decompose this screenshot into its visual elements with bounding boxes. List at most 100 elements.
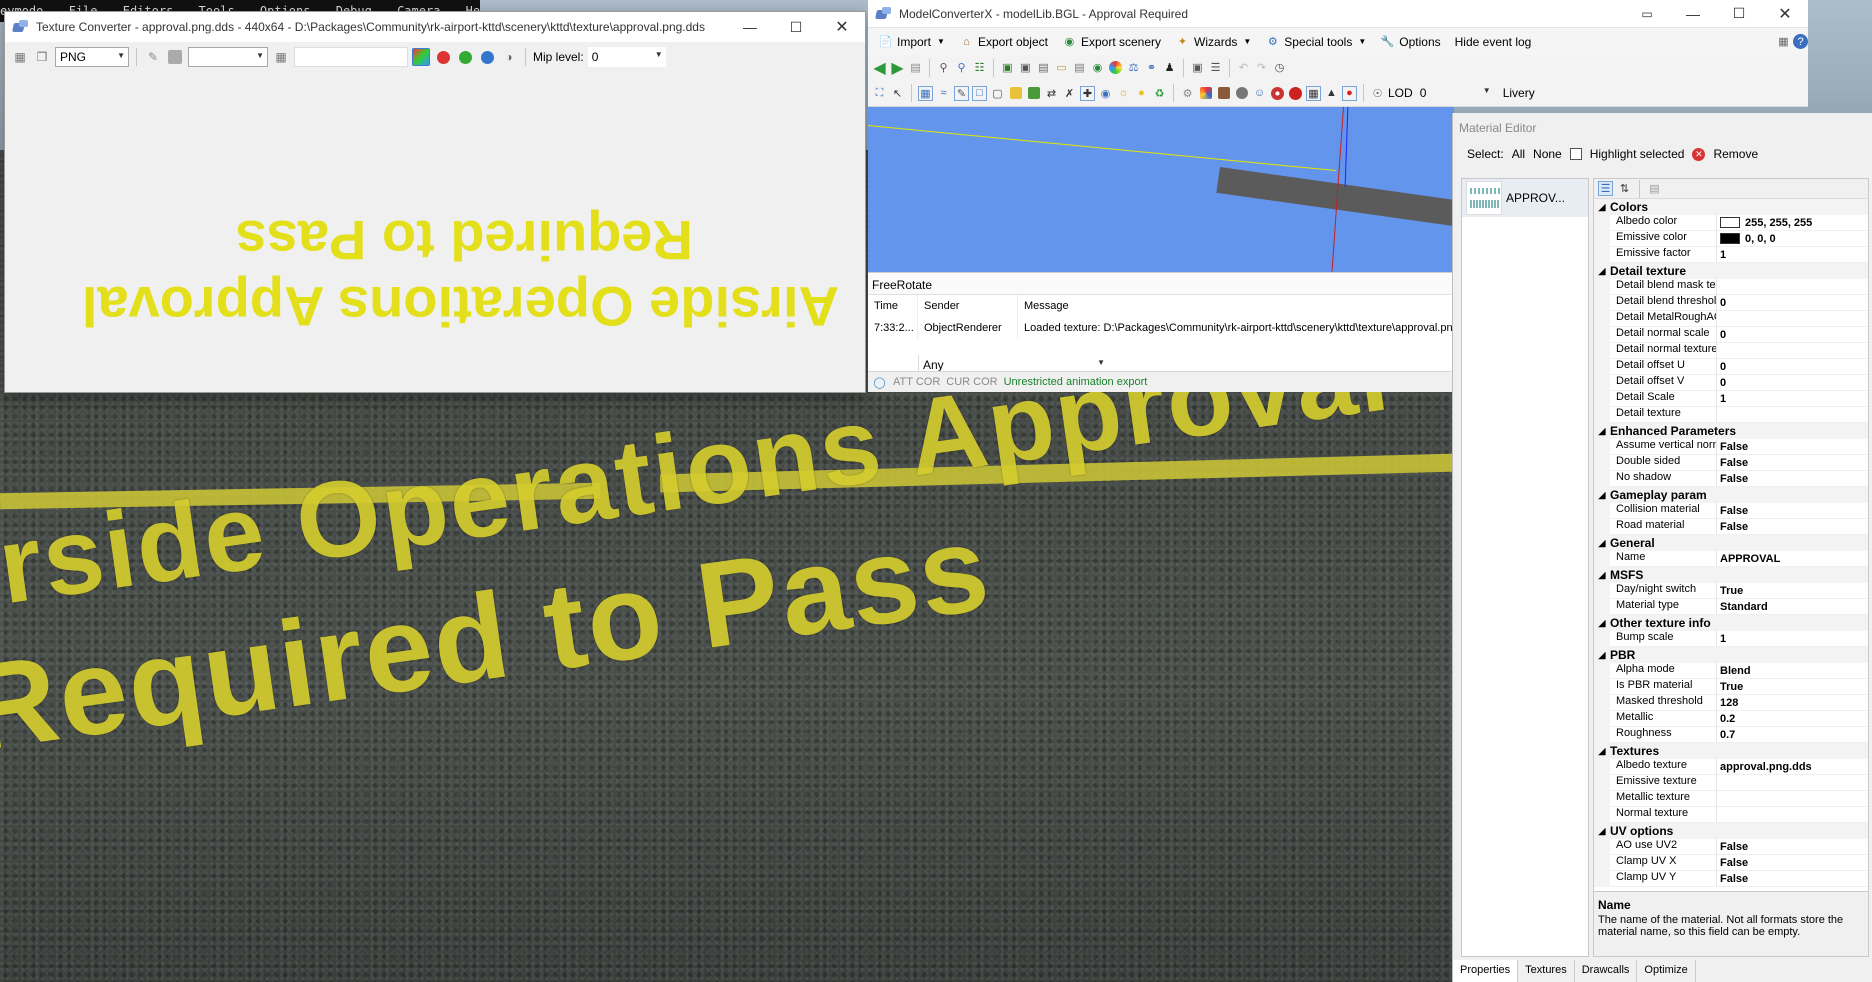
color-swatch-icon[interactable] bbox=[166, 48, 184, 66]
select-pointer-icon[interactable]: ↖ bbox=[890, 86, 905, 101]
property-value-cell[interactable]: 255, 255, 255 bbox=[1717, 215, 1868, 231]
special-tools-menu[interactable]: ⚙ Special tools ▼ bbox=[1259, 31, 1372, 53]
property-category[interactable]: ◢ Colors bbox=[1594, 199, 1868, 215]
mip-level-select[interactable]: 0 ▼ bbox=[587, 47, 666, 67]
property-category[interactable]: ◢ Detail texture bbox=[1594, 263, 1868, 279]
list-icon[interactable]: ☰ bbox=[1208, 60, 1223, 75]
redo-icon[interactable]: ↷ bbox=[1254, 60, 1269, 75]
fit-view-icon[interactable]: ⛶ bbox=[872, 86, 887, 101]
save-icon[interactable]: ▦ bbox=[11, 48, 29, 66]
property-value-cell[interactable]: 1 bbox=[1717, 631, 1868, 647]
collapse-icon[interactable]: ◢ bbox=[1594, 266, 1610, 277]
pin-icon[interactable]: ⚲ bbox=[954, 60, 969, 75]
collapse-icon[interactable]: ◢ bbox=[1594, 570, 1610, 581]
property-row[interactable]: Detail texture bbox=[1594, 407, 1868, 423]
bulb-icon[interactable]: ● bbox=[1134, 86, 1149, 101]
property-category[interactable]: ◢ Enhanced Parameters bbox=[1594, 423, 1868, 439]
person-icon[interactable]: ♟ bbox=[1162, 60, 1177, 75]
tab-properties[interactable]: Properties bbox=[1453, 960, 1519, 982]
property-value-cell[interactable]: False bbox=[1717, 471, 1868, 487]
property-row[interactable]: AO use UV2 False bbox=[1594, 839, 1868, 855]
property-value-cell[interactable]: False bbox=[1717, 503, 1868, 519]
property-value-cell[interactable]: APPROVAL bbox=[1717, 551, 1868, 567]
property-row[interactable]: Day/night switch True bbox=[1594, 583, 1868, 599]
camera-icon[interactable]: ◉ bbox=[1098, 86, 1113, 101]
tab-optimize[interactable]: Optimize bbox=[1637, 960, 1696, 982]
property-value-cell[interactable]: 128 bbox=[1717, 695, 1868, 711]
table-cell-message[interactable]: Loaded texture: D:\Packages\Community\rk… bbox=[1018, 317, 1454, 339]
document-icon[interactable]: ▤ bbox=[908, 60, 923, 75]
select-all-link[interactable]: All bbox=[1512, 147, 1525, 161]
grass-icon[interactable] bbox=[1026, 86, 1041, 101]
copy-icon[interactable]: ❐ bbox=[33, 48, 51, 66]
3d-viewport[interactable] bbox=[868, 107, 1454, 272]
highlight-selected-checkbox[interactable] bbox=[1569, 148, 1582, 160]
property-row[interactable]: Name APPROVAL bbox=[1594, 551, 1868, 567]
property-value-cell[interactable]: 0.2 bbox=[1717, 711, 1868, 727]
property-row[interactable]: Detail offset U0 bbox=[1594, 359, 1868, 375]
property-row[interactable]: Clamp UV Y False bbox=[1594, 871, 1868, 887]
sun-icon[interactable]: ☼ bbox=[1116, 86, 1131, 101]
cross-icon[interactable]: ✗ bbox=[1062, 86, 1077, 101]
cube-icon[interactable]: ▢ bbox=[990, 86, 1005, 101]
calculator-icon[interactable]: ▦ bbox=[1776, 34, 1791, 49]
property-value-cell[interactable] bbox=[1717, 343, 1868, 359]
format-select[interactable]: PNG ▼ bbox=[55, 47, 129, 67]
property-row[interactable]: Detail normal scale 0 bbox=[1594, 327, 1868, 343]
property-value-cell[interactable] bbox=[1717, 311, 1868, 327]
property-value-cell[interactable]: False bbox=[1717, 871, 1868, 887]
folder-icon[interactable]: ▭ bbox=[1054, 60, 1069, 75]
column-header-sender[interactable]: Sender bbox=[918, 295, 1018, 317]
property-value-cell[interactable]: 0 bbox=[1717, 327, 1868, 343]
property-value-cell[interactable]: False bbox=[1717, 439, 1868, 455]
color-wheel-icon[interactable] bbox=[1108, 60, 1123, 75]
property-value-cell[interactable]: Standard bbox=[1717, 599, 1868, 615]
tab-textures[interactable]: Textures bbox=[1518, 960, 1575, 982]
network-icon[interactable]: ⚖ bbox=[1126, 60, 1141, 75]
property-category[interactable]: ◢ Gameplay param bbox=[1594, 487, 1868, 503]
input-box[interactable] bbox=[294, 47, 408, 67]
property-row[interactable]: Roughness 0.7 bbox=[1594, 727, 1868, 743]
column-header-message[interactable]: Message bbox=[1018, 295, 1454, 317]
property-row[interactable]: No shadow False bbox=[1594, 471, 1868, 487]
axes-icon[interactable]: ✚ bbox=[1080, 85, 1095, 101]
property-row[interactable]: Detail blend threshold 0 bbox=[1594, 295, 1868, 311]
property-row[interactable]: Alpha mode Blend bbox=[1594, 663, 1868, 679]
property-value-cell[interactable]: False bbox=[1717, 519, 1868, 535]
measure-icon[interactable]: ≈ bbox=[936, 86, 951, 101]
property-category[interactable]: ◢ Textures bbox=[1594, 743, 1868, 759]
texture-preview-canvas[interactable]: Airside Operations Approval Required to … bbox=[5, 73, 865, 392]
property-row[interactable]: Metallic 0.2 bbox=[1594, 711, 1868, 727]
property-row[interactable]: Albedo texture approval.png.dds bbox=[1594, 759, 1868, 775]
property-row[interactable]: Metallic texture bbox=[1594, 791, 1868, 807]
property-row[interactable]: Road material False bbox=[1594, 519, 1868, 535]
property-category[interactable]: ◢ MSFS bbox=[1594, 567, 1868, 583]
grid-toggle-icon[interactable]: ▦ bbox=[918, 85, 933, 101]
property-value-cell[interactable]: False bbox=[1717, 455, 1868, 471]
settings-icon[interactable]: ⚙ bbox=[1180, 86, 1195, 101]
property-value-cell[interactable] bbox=[1717, 279, 1868, 295]
import-menu[interactable]: 📄 Import ▼ bbox=[872, 31, 951, 53]
collapse-icon[interactable]: ◢ bbox=[1594, 650, 1610, 661]
pencil-icon[interactable]: ✎ bbox=[954, 85, 969, 101]
collapse-icon[interactable]: ◢ bbox=[1594, 490, 1610, 501]
property-value-cell[interactable]: True bbox=[1717, 679, 1868, 695]
property-value-cell[interactable] bbox=[1717, 407, 1868, 423]
table-cell-sender[interactable]: ObjectRenderer bbox=[918, 317, 1018, 339]
categorized-icon[interactable]: ☰ bbox=[1598, 181, 1613, 196]
property-row[interactable]: Masked threshold 128 bbox=[1594, 695, 1868, 711]
table-cell-time[interactable]: 7:33:2... bbox=[868, 317, 918, 339]
property-row[interactable]: Assume vertical norma False bbox=[1594, 439, 1868, 455]
grid-icon[interactable]: ▦ bbox=[272, 48, 290, 66]
forward-arrow-icon[interactable]: ▶ bbox=[890, 60, 905, 77]
clipboard-icon[interactable]: ▤ bbox=[1072, 60, 1087, 75]
checker-icon[interactable]: ▦ bbox=[1306, 85, 1321, 101]
figure-icon[interactable]: ☺ bbox=[1252, 86, 1267, 101]
sphere-icon[interactable] bbox=[1234, 86, 1249, 101]
brown-cube-icon[interactable] bbox=[1216, 86, 1231, 101]
help-icon[interactable]: ? bbox=[1793, 34, 1808, 49]
property-value-cell[interactable]: 0 bbox=[1717, 359, 1868, 375]
zoom-icon[interactable]: ⚲ bbox=[936, 60, 951, 75]
property-row[interactable]: Normal texture bbox=[1594, 807, 1868, 823]
red-channel-icon[interactable] bbox=[434, 48, 452, 66]
